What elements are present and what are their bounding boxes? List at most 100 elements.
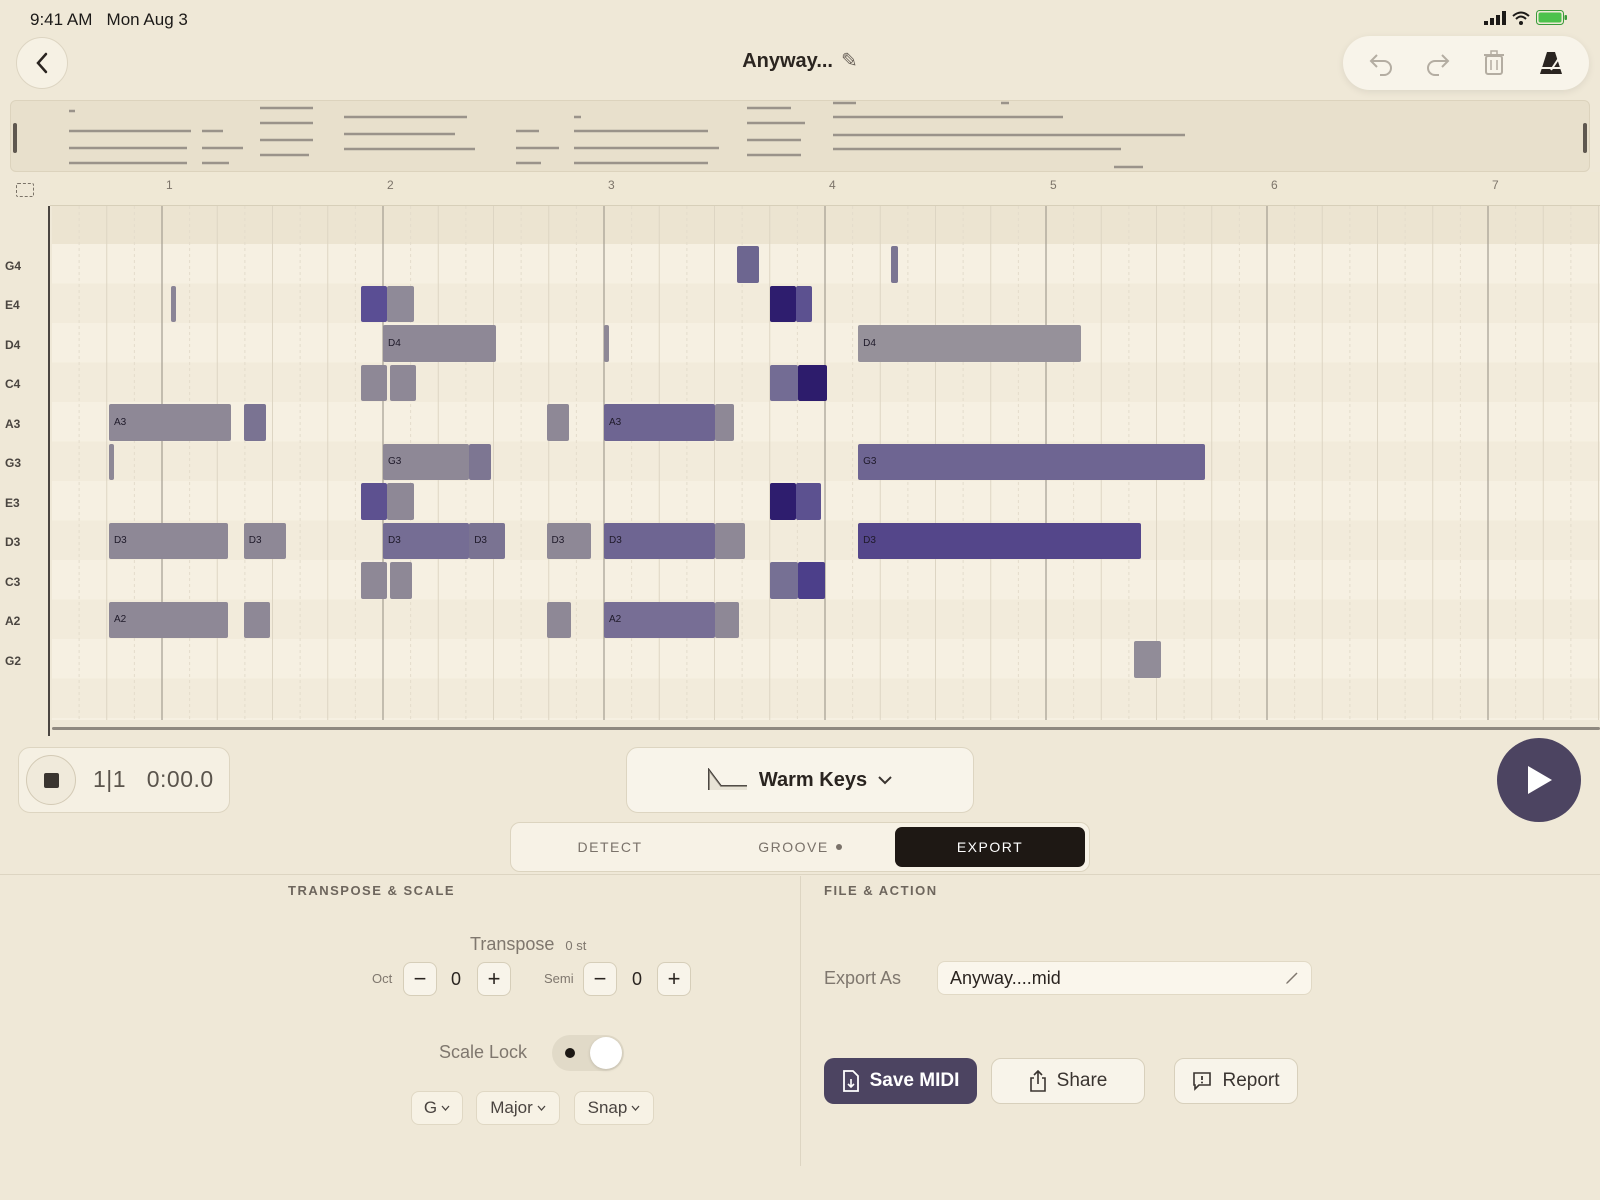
wifi-icon <box>1512 11 1530 25</box>
oct-label: Oct <box>372 971 393 986</box>
snap-select[interactable]: Snap <box>574 1091 654 1125</box>
bar-number: 6 <box>1271 178 1278 192</box>
midi-note-label: D3 <box>248 535 262 547</box>
save-midi-label: Save MIDI <box>869 1070 960 1091</box>
midi-note[interactable]: D3 <box>469 522 505 559</box>
pencil-icon[interactable] <box>1285 971 1299 985</box>
midi-note[interactable] <box>389 562 412 599</box>
undo-icon <box>1369 54 1393 76</box>
midi-note[interactable]: D3 <box>546 522 591 559</box>
midi-note[interactable] <box>769 285 797 322</box>
midi-note[interactable] <box>1134 641 1161 678</box>
mode-tabs: DETECT GROOVE EXPORT <box>510 822 1090 872</box>
midi-note-label: D4 <box>863 337 876 349</box>
share-label: Share <box>1056 1070 1108 1091</box>
midi-note[interactable]: A3 <box>604 404 715 441</box>
midi-note[interactable] <box>387 483 414 520</box>
midi-note[interactable] <box>798 562 825 599</box>
midi-note[interactable] <box>714 601 739 638</box>
instrument-selector[interactable]: Warm Keys <box>626 747 974 813</box>
midi-note[interactable] <box>769 562 799 599</box>
key-select[interactable]: G <box>411 1091 463 1125</box>
toggle-knob <box>590 1037 622 1069</box>
midi-note[interactable]: A2 <box>108 601 229 638</box>
save-midi-button[interactable]: Save MIDI <box>824 1058 977 1104</box>
midi-note[interactable] <box>604 325 609 362</box>
midi-note[interactable]: D3 <box>604 522 715 559</box>
share-button[interactable]: Share <box>991 1058 1145 1104</box>
status-time: 9:41 AM Mon Aug 3 <box>30 10 188 30</box>
mode-select[interactable]: Major <box>476 1091 560 1125</box>
midi-note[interactable] <box>796 483 821 520</box>
redo-button[interactable] <box>1418 43 1458 83</box>
midi-note[interactable]: D4 <box>858 325 1082 362</box>
midi-note-label: G3 <box>388 456 402 468</box>
midi-note[interactable] <box>714 404 735 441</box>
midi-note[interactable]: D3 <box>243 522 286 559</box>
midi-note[interactable] <box>891 246 898 283</box>
midi-note[interactable] <box>243 404 266 441</box>
chevron-down-icon <box>878 776 892 785</box>
edit-title-icon[interactable]: ✎ <box>841 50 858 72</box>
horizontal-scrollbar[interactable] <box>52 727 1600 730</box>
midi-note[interactable]: G3 <box>383 443 470 480</box>
report-button[interactable]: Report <box>1174 1058 1298 1104</box>
oct-decrement-button[interactable]: − <box>403 962 437 996</box>
midi-note[interactable]: D3 <box>383 522 470 559</box>
export-as-label: Export As <box>824 968 902 988</box>
midi-note[interactable] <box>389 364 417 401</box>
oct-increment-button[interactable]: + <box>477 962 511 996</box>
midi-note[interactable] <box>769 483 797 520</box>
mode-select-value: Major <box>490 1098 533 1117</box>
midi-note[interactable]: D3 <box>858 522 1142 559</box>
key-label-e4: E4 <box>5 298 20 312</box>
play-button[interactable] <box>1497 738 1581 822</box>
midi-note[interactable] <box>546 601 571 638</box>
midi-note-label: D4 <box>388 337 401 349</box>
column-divider <box>800 876 801 1166</box>
marquee-select-icon[interactable] <box>16 183 34 197</box>
tab-export[interactable]: EXPORT <box>895 827 1085 867</box>
midi-note[interactable] <box>469 443 492 480</box>
midi-note[interactable]: G3 <box>858 443 1206 480</box>
midi-note[interactable] <box>360 562 388 599</box>
semi-increment-button[interactable]: + <box>657 962 691 996</box>
midi-note[interactable] <box>796 285 812 322</box>
time-position: 0:00.0 <box>146 766 214 792</box>
midi-note[interactable] <box>736 246 759 283</box>
key-label-a3: A3 <box>5 417 21 431</box>
midi-note[interactable] <box>546 404 569 441</box>
midi-note-label: D3 <box>609 535 622 547</box>
midi-note[interactable] <box>387 285 414 322</box>
midi-note-label: D3 <box>474 535 487 547</box>
midi-note[interactable] <box>243 601 271 638</box>
midi-note-label: G3 <box>863 456 877 468</box>
arrangement-overview[interactable] <box>10 100 1590 172</box>
midi-note[interactable]: A3 <box>108 404 231 441</box>
midi-note[interactable] <box>108 443 114 480</box>
midi-note[interactable]: A2 <box>604 601 715 638</box>
midi-note[interactable] <box>769 364 799 401</box>
stop-button[interactable] <box>26 755 76 805</box>
midi-note[interactable] <box>360 364 388 401</box>
scale-lock-toggle[interactable] <box>552 1035 624 1071</box>
midi-note[interactable]: D4 <box>383 325 496 362</box>
midi-note[interactable] <box>360 483 388 520</box>
transport-panel: 1|1 0:00.0 <box>18 747 230 813</box>
midi-note[interactable] <box>714 522 746 559</box>
midi-note[interactable] <box>170 285 176 322</box>
tab-detect-label: DETECT <box>577 839 643 855</box>
export-filename-field[interactable]: Anyway....mid <box>937 961 1312 995</box>
midi-note[interactable]: D3 <box>108 522 229 559</box>
metronome-button[interactable] <box>1531 43 1571 83</box>
undo-button[interactable] <box>1361 43 1401 83</box>
timeline-ruler[interactable]: 1 2 3 4 5 6 7 <box>50 172 1600 206</box>
midi-note[interactable] <box>360 285 388 322</box>
delete-button[interactable] <box>1474 43 1514 83</box>
file-section-title: FILE & ACTION <box>824 883 938 898</box>
midi-note[interactable] <box>798 364 828 401</box>
piano-roll-grid[interactable]: D4 D4 A3 A3 G3 G3 D3 D3 D3 D3 D3 D3 D3 A2 A2 <box>52 206 1600 720</box>
tab-groove[interactable]: GROOVE <box>705 827 895 867</box>
tab-detect[interactable]: DETECT <box>515 827 705 867</box>
semi-decrement-button[interactable]: − <box>583 962 617 996</box>
